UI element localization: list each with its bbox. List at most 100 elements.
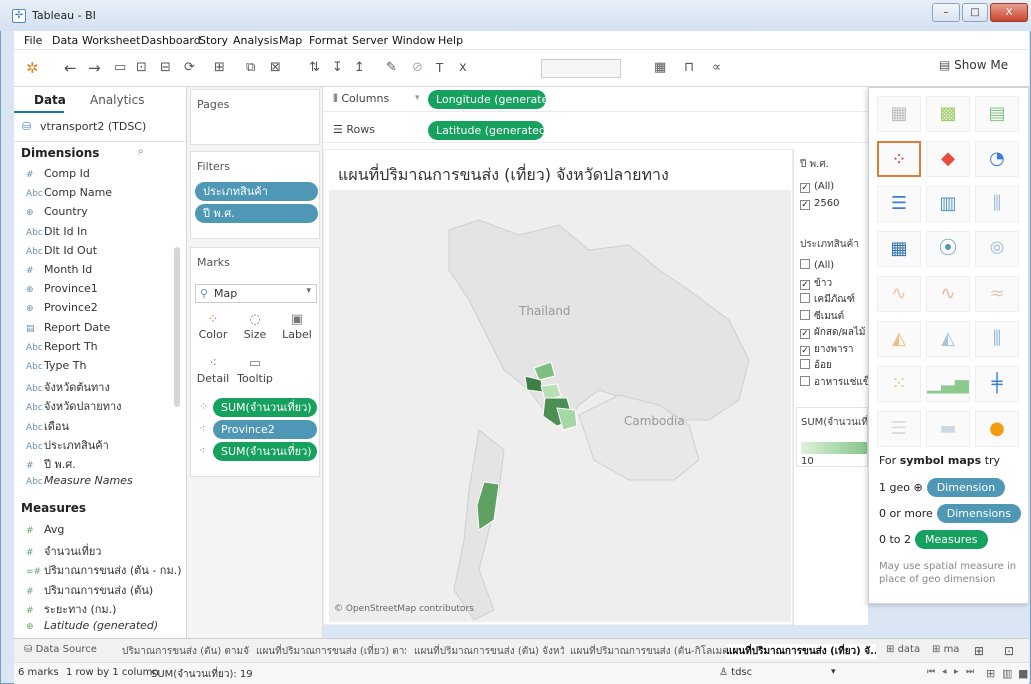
label-button[interactable]: ▣ Label [277,312,317,341]
measure-field[interactable]: # จำนวนเที่ยว [26,542,101,560]
pause-updates-icon[interactable]: ⊟ [160,59,171,77]
highlight-icon[interactable]: ✎ [386,59,397,77]
device-preview-icon[interactable]: ⊓ [684,59,694,77]
datasource-name[interactable]: vtransport2 (TDSC) [40,120,146,133]
pages-card[interactable]: Pages [190,89,320,145]
marks-pill-province2[interactable]: Province2 [213,420,317,439]
filter-checkbox-item[interactable]: ✓ (All) [800,181,834,193]
marks-pill-detail-sum[interactable]: SUM(จำนวนเที่ยว) [213,442,317,461]
save-icon[interactable]: ▭ [114,59,126,77]
chart-type-side-by-side-circles-icon[interactable]: ⦾ [975,231,1019,267]
chart-type-dual-lines-icon[interactable]: ≈ [975,276,1019,312]
new-dashboard-tab-icon[interactable]: ⊡ [1004,644,1014,658]
menu-file[interactable]: File [24,34,42,47]
checkbox-unchecked-icon[interactable] [800,375,810,386]
tableau-home-icon[interactable]: ✲ [26,59,39,77]
menu-data[interactable]: Data [52,34,78,47]
tabs-view-icon[interactable]: ■ [1018,667,1028,680]
dimension-field[interactable]: Abcจังหวัดปลายทาง [26,397,122,415]
checkbox-unchecked-icon[interactable] [800,259,810,269]
chart-type-lines-continuous-icon[interactable]: ∿ [877,276,921,312]
chart-type-text-table-icon[interactable]: ▦ [877,96,921,132]
swap-icon[interactable]: ⇅ [309,59,320,77]
dimension-field[interactable]: ⊕ Province2 [26,301,98,314]
rows-pill-latitude[interactable]: Latitude (generated) [428,121,544,140]
search-icon[interactable]: ⌕ [138,146,144,157]
sheet-tab-4[interactable]: แผนที่ปริมาณการขนส่ง (ตัน-กิโลเมต... [570,644,726,659]
chart-type-circle-views-icon[interactable]: ⦿ [926,231,970,267]
chart-type-box-and-whisker-icon[interactable]: ╪ [975,366,1019,402]
sheet-nav-last-icon[interactable]: ⏭ [966,667,974,677]
checkbox-unchecked-icon[interactable] [800,309,810,320]
checkbox-unchecked-icon[interactable] [800,293,810,303]
dimension-field[interactable]: ▤ Report Date [26,321,110,334]
color-button[interactable]: ⁘ Color [193,312,233,341]
measure-field[interactable]: # Avg [26,523,64,536]
sort-descending-icon[interactable]: ↥ [354,59,365,77]
chart-type-scatter-plot-icon[interactable]: ⁙ [877,366,921,402]
sheet-sorter-icon[interactable]: ⊞ [986,667,995,680]
menu-format[interactable]: Format [309,34,348,47]
fit-dropdown[interactable] [541,59,621,78]
chart-type-symbol-map-icon[interactable]: ⁘ [877,141,921,177]
dimension-field[interactable]: # Month Id [26,263,92,276]
rows-shelf[interactable]: ☰ Rows Latitude (generated) [323,118,868,143]
menu-story[interactable]: Story [199,34,228,47]
menu-worksheet[interactable]: Worksheet [82,34,140,47]
dimension-field[interactable]: Abcจังหวัดต้นทาง [26,378,110,396]
close-button[interactable]: X [990,3,1028,22]
chart-type-highlight-table-icon[interactable]: ▤ [975,96,1019,132]
filter-checkbox-item[interactable]: อ้อย [800,358,832,373]
sheet-nav-next-icon[interactable]: ▸ [954,667,959,677]
measure-field[interactable]: # ระยะทาง (กม.) [26,600,116,618]
columns-dropdown-icon[interactable]: ▾ [415,93,420,103]
filmstrip-icon[interactable]: ▥ [1002,667,1012,680]
checkbox-checked-icon[interactable]: ✓ [800,345,810,356]
dimension-field[interactable]: AbcDlt Id In [26,225,87,238]
menu-window[interactable]: Window [392,34,435,47]
sheet-tab-2[interactable]: แผนที่ปริมาณการขนส่ง (เที่ยว) ตาม... [256,644,406,659]
group-icon[interactable]: ⊘ [412,59,423,77]
new-datasource-icon[interactable]: ⊡ [136,59,147,77]
columns-shelf[interactable]: ⦀ Columns ▾ Longitude (generated) [323,87,868,112]
chart-type-lines-discrete-icon[interactable]: ∿ [926,276,970,312]
checkbox-checked-icon[interactable]: ✓ [800,183,810,193]
chart-type-packed-bubbles-icon[interactable]: ● [975,411,1019,447]
mark-type-dropdown[interactable]: ⚲ Map ▾ [195,284,317,303]
forward-icon[interactable]: → [88,59,101,77]
detail-button[interactable]: ⁖ Detail [193,356,233,385]
filter-pill-year[interactable]: ปี พ.ศ. [195,204,318,223]
dimension-field[interactable]: AbcDlt Id Out [26,244,97,257]
maximize-button[interactable]: □ [962,3,988,22]
checkbox-checked-icon[interactable]: ✓ [800,329,810,339]
dimensions-scrollbar[interactable] [174,247,180,407]
chart-type-gantt-chart-icon[interactable]: ☰ [877,411,921,447]
chart-type-treemap-icon[interactable]: ▦ [877,231,921,267]
sheet-tab-ma[interactable]: ⊞ ma [932,644,966,655]
dimension-field[interactable]: Abcเดือน [26,417,69,435]
sheet-nav-first-icon[interactable]: ⏮ [927,667,935,677]
filter-checkbox-item[interactable]: ซีเมนต์ [800,309,844,324]
measure-field[interactable]: ⊕ Latitude (generated) [26,619,158,632]
sort-ascending-icon[interactable]: ↧ [332,59,343,77]
dimension-field[interactable]: AbcComp Name [26,186,112,199]
filter-checkbox-item[interactable]: เคมีภัณฑ์ [800,292,855,307]
sheet-tab-3[interactable]: แผนที่ปริมาณการขนส่ง (ตัน) จังหวัด... [414,644,564,659]
filter-pill-product-type[interactable]: ประเภทสินค้า [195,182,318,201]
sheet-tab-data[interactable]: ⊞ data [886,644,930,655]
marks-pill-color-sum[interactable]: SUM(จำนวนเที่ยว) [213,398,317,417]
menu-server[interactable]: Server [352,34,388,47]
dimension-field[interactable]: ⊕ Province1 [26,282,98,295]
back-icon[interactable]: ← [64,59,77,77]
columns-pill-longitude[interactable]: Longitude (generated) [428,90,546,109]
filter-checkbox-item[interactable]: ✓ ข้าว [800,276,832,291]
chart-type-filled-map-icon[interactable]: ◆ [926,141,970,177]
duplicate-sheet-icon[interactable]: ⧉ [246,59,255,77]
chart-type-area-discrete-icon[interactable]: ◭ [926,321,970,357]
tooltip-button[interactable]: ▭ Tooltip [235,356,275,385]
checkbox-checked-icon[interactable]: ✓ [800,199,810,210]
dimension-field[interactable]: ⊕ Country [26,205,88,218]
checkbox-checked-icon[interactable]: ✓ [800,279,810,290]
chart-type-area-continuous-icon[interactable]: ◭ [877,321,921,357]
filters-card[interactable]: Filters ประเภทสินค้า ปี พ.ศ. [190,151,320,239]
